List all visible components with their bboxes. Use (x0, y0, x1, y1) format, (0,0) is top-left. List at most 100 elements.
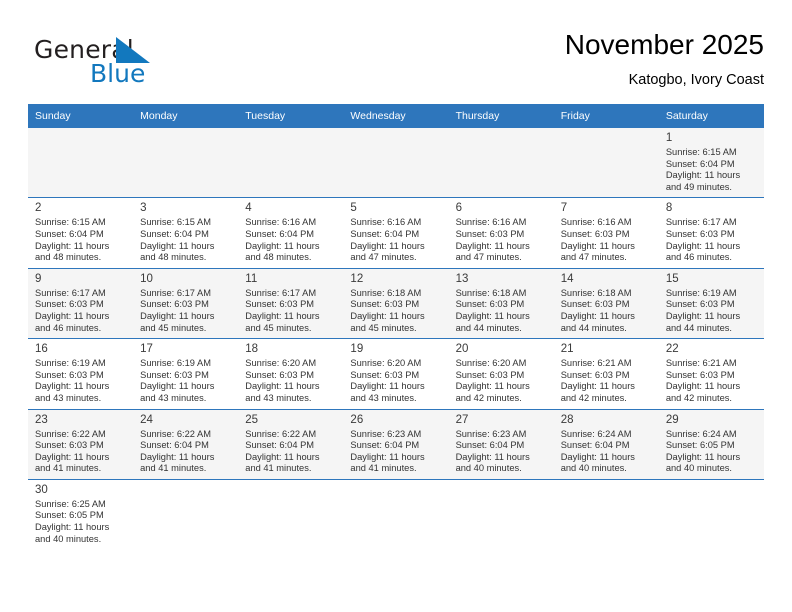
calendar-empty-cell (448, 478, 554, 550)
calendar-day-cell[interactable]: 27 Sunrise: 6:23 AM Sunset: 6:04 PM Dayli… (448, 408, 554, 480)
calendar-day-cell[interactable]: 18 Sunrise: 6:20 AM Sunset: 6:03 PM Dayli… (238, 338, 344, 409)
sun-times-text: Sunrise: 6:17 AM Sunset: 6:03 PM Dayligh… (35, 287, 110, 333)
calendar-day-cell[interactable]: 10 Sunrise: 6:17 AM Sunset: 6:03 PM Dayli… (133, 267, 239, 339)
calendar-day-cell[interactable]: 6 Sunrise: 6:16 AM Sunset: 6:03 PM Daylig… (448, 197, 554, 269)
day-number: 12 (350, 272, 364, 285)
calendar-week-row: 1 Sunrise: 6:15 AM Sunset: 6:04 PM Daylig… (28, 126, 764, 198)
calendar-empty-cell (133, 126, 239, 198)
calendar-empty-cell (553, 478, 659, 550)
day-number: 1 (665, 132, 673, 144)
calendar-day-cell[interactable]: 20 Sunrise: 6:20 AM Sunset: 6:03 PM Dayli… (448, 338, 554, 409)
sun-times-text: Sunrise: 6:25 AM Sunset: 6:05 PM Dayligh… (35, 498, 110, 544)
calendar-day-cell[interactable]: 12 Sunrise: 6:18 AM Sunset: 6:03 PM Dayli… (343, 267, 449, 339)
day-number: 21 (560, 343, 574, 356)
sun-times-text: Sunrise: 6:24 AM Sunset: 6:04 PM Dayligh… (560, 428, 635, 474)
weekday-header-saturday: Saturday (658, 104, 764, 128)
calendar-cell-content: 1 Sunrise: 6:15 AM Sunset: 6:04 PM Daylig… (659, 128, 764, 197)
weekday-header-thursday: Thursday (448, 104, 554, 128)
calendar-cell-content: 14 Sunrise: 6:18 AM Sunset: 6:03 PM Dayli… (554, 269, 659, 338)
calendar-cell-content (133, 128, 238, 197)
calendar-day-cell[interactable]: 24 Sunrise: 6:22 AM Sunset: 6:04 PM Dayli… (133, 408, 239, 480)
calendar-day-cell[interactable]: 2 Sunrise: 6:15 AM Sunset: 6:04 PM Daylig… (28, 197, 134, 269)
day-number: 14 (560, 272, 574, 285)
calendar-day-cell[interactable]: 1 Sunrise: 6:15 AM Sunset: 6:04 PM Daylig… (658, 126, 764, 198)
calendar-day-cell[interactable]: 17 Sunrise: 6:19 AM Sunset: 6:03 PM Dayli… (133, 338, 239, 409)
day-number: 7 (560, 202, 568, 215)
calendar-day-cell[interactable]: 7 Sunrise: 6:16 AM Sunset: 6:03 PM Daylig… (553, 197, 659, 269)
calendar-cell-content: 3 Sunrise: 6:15 AM Sunset: 6:04 PM Daylig… (133, 198, 238, 267)
day-number: 29 (665, 413, 679, 426)
sun-times-text: Sunrise: 6:21 AM Sunset: 6:03 PM Dayligh… (665, 358, 741, 403)
day-number: 9 (35, 272, 42, 285)
sun-times-text: Sunrise: 6:16 AM Sunset: 6:03 PM Dayligh… (560, 217, 635, 263)
calendar-day-cell[interactable]: 25 Sunrise: 6:22 AM Sunset: 6:04 PM Dayli… (238, 408, 344, 480)
calendar-empty-cell (28, 126, 134, 198)
calendar-cell-content: 19 Sunrise: 6:20 AM Sunset: 6:03 PM Dayli… (343, 339, 448, 408)
calendar-day-cell[interactable]: 14 Sunrise: 6:18 AM Sunset: 6:03 PM Dayli… (553, 267, 659, 339)
day-number: 4 (245, 202, 252, 215)
calendar-cell-content: 27 Sunrise: 6:23 AM Sunset: 6:04 PM Dayli… (449, 410, 554, 479)
general-blue-logo[interactable]: General Blue (34, 36, 214, 92)
calendar-day-cell[interactable]: 5 Sunrise: 6:16 AM Sunset: 6:04 PM Daylig… (343, 197, 449, 269)
calendar-page: General Blue November 2025 Katogbo, Ivor… (0, 0, 792, 612)
calendar-day-cell[interactable]: 22 Sunrise: 6:21 AM Sunset: 6:03 PM Dayli… (658, 338, 764, 409)
calendar-day-cell[interactable]: 23 Sunrise: 6:22 AM Sunset: 6:03 PM Dayli… (28, 408, 134, 480)
calendar-day-cell[interactable]: 26 Sunrise: 6:23 AM Sunset: 6:04 PM Dayli… (343, 408, 449, 480)
calendar-day-cell[interactable]: 4 Sunrise: 6:16 AM Sunset: 6:04 PM Daylig… (238, 197, 344, 269)
calendar-cell-content (238, 128, 343, 197)
day-number: 16 (35, 343, 48, 356)
calendar-cell-content (449, 128, 554, 197)
logo-text-blue: Blue (90, 59, 146, 88)
calendar-day-cell[interactable]: 3 Sunrise: 6:15 AM Sunset: 6:04 PM Daylig… (133, 197, 239, 269)
sun-times-text: Sunrise: 6:23 AM Sunset: 6:04 PM Dayligh… (350, 428, 425, 474)
calendar-body: 1 Sunrise: 6:15 AM Sunset: 6:04 PM Daylig… (28, 126, 764, 550)
calendar-day-cell[interactable]: 8 Sunrise: 6:17 AM Sunset: 6:03 PM Daylig… (658, 197, 764, 269)
calendar-day-cell[interactable]: 21 Sunrise: 6:21 AM Sunset: 6:03 PM Dayli… (553, 338, 659, 409)
calendar-cell-content: 28 Sunrise: 6:24 AM Sunset: 6:04 PM Dayli… (554, 410, 659, 479)
day-number: 18 (245, 343, 259, 356)
calendar-cell-content: 4 Sunrise: 6:16 AM Sunset: 6:04 PM Daylig… (238, 198, 343, 267)
sun-times-text: Sunrise: 6:22 AM Sunset: 6:04 PM Dayligh… (140, 428, 215, 474)
sun-times-text: Sunrise: 6:21 AM Sunset: 6:03 PM Dayligh… (560, 358, 635, 403)
calendar-cell-content: 8 Sunrise: 6:17 AM Sunset: 6:03 PM Daylig… (659, 198, 764, 267)
calendar-cell-content (28, 128, 133, 197)
calendar-day-cell[interactable]: 19 Sunrise: 6:20 AM Sunset: 6:03 PM Dayli… (343, 338, 449, 409)
day-number: 24 (140, 413, 153, 426)
calendar-day-cell[interactable]: 28 Sunrise: 6:24 AM Sunset: 6:04 PM Dayli… (553, 408, 659, 480)
calendar-day-cell[interactable]: 30 Sunrise: 6:25 AM Sunset: 6:05 PM Dayli… (28, 478, 134, 550)
calendar-week-row: 16 Sunrise: 6:19 AM Sunset: 6:03 PM Dayli… (28, 338, 764, 409)
day-number: 5 (350, 202, 357, 215)
calendar-cell-content: 2 Sunrise: 6:15 AM Sunset: 6:04 PM Daylig… (28, 198, 133, 267)
calendar-empty-cell (133, 478, 239, 550)
sun-times-text: Sunrise: 6:16 AM Sunset: 6:04 PM Dayligh… (245, 217, 320, 263)
calendar-empty-cell (448, 126, 554, 198)
calendar-cell-content: 6 Sunrise: 6:16 AM Sunset: 6:03 PM Daylig… (449, 198, 554, 267)
calendar-cell-content: 30 Sunrise: 6:25 AM Sunset: 6:05 PM Dayli… (28, 480, 133, 549)
calendar-day-cell[interactable]: 13 Sunrise: 6:18 AM Sunset: 6:03 PM Dayli… (448, 267, 554, 339)
sun-times-text: Sunrise: 6:24 AM Sunset: 6:05 PM Dayligh… (665, 428, 741, 474)
calendar-cell-content: 9 Sunrise: 6:17 AM Sunset: 6:03 PM Daylig… (28, 269, 133, 338)
day-number: 8 (665, 202, 673, 215)
page-title: November 2025 (564, 29, 764, 60)
calendar-day-cell[interactable]: 29 Sunrise: 6:24 AM Sunset: 6:05 PM Dayli… (658, 408, 764, 480)
calendar-day-cell[interactable]: 16 Sunrise: 6:19 AM Sunset: 6:03 PM Dayli… (28, 338, 134, 409)
calendar-day-cell[interactable]: 15 Sunrise: 6:19 AM Sunset: 6:03 PM Dayli… (658, 267, 764, 339)
calendar-cell-content: 22 Sunrise: 6:21 AM Sunset: 6:03 PM Dayli… (659, 339, 764, 408)
day-number: 28 (560, 413, 574, 426)
calendar-empty-cell (238, 478, 344, 550)
title-block: November 2025 Katogbo, Ivory Coast (565, 28, 764, 89)
calendar-empty-cell (343, 478, 449, 550)
calendar-day-cell[interactable]: 9 Sunrise: 6:17 AM Sunset: 6:03 PM Daylig… (28, 267, 134, 339)
calendar-cell-content: 24 Sunrise: 6:22 AM Sunset: 6:04 PM Dayli… (133, 410, 238, 479)
calendar-cell-content: 5 Sunrise: 6:16 AM Sunset: 6:04 PM Daylig… (343, 198, 448, 267)
sun-times-text: Sunrise: 6:16 AM Sunset: 6:03 PM Dayligh… (455, 217, 530, 263)
page-header: General Blue November 2025 Katogbo, Ivor… (28, 28, 764, 98)
calendar-day-cell[interactable]: 11 Sunrise: 6:17 AM Sunset: 6:03 PM Dayli… (238, 267, 344, 339)
calendar-cell-content (449, 480, 554, 549)
weekday-header-wednesday: Wednesday (343, 104, 449, 128)
calendar-cell-content: 23 Sunrise: 6:22 AM Sunset: 6:03 PM Dayli… (28, 410, 133, 479)
weekday-header-sunday: Sunday (28, 104, 134, 128)
day-number: 2 (35, 202, 42, 215)
sun-times-text: Sunrise: 6:20 AM Sunset: 6:03 PM Dayligh… (245, 358, 320, 403)
day-number: 30 (35, 483, 48, 496)
